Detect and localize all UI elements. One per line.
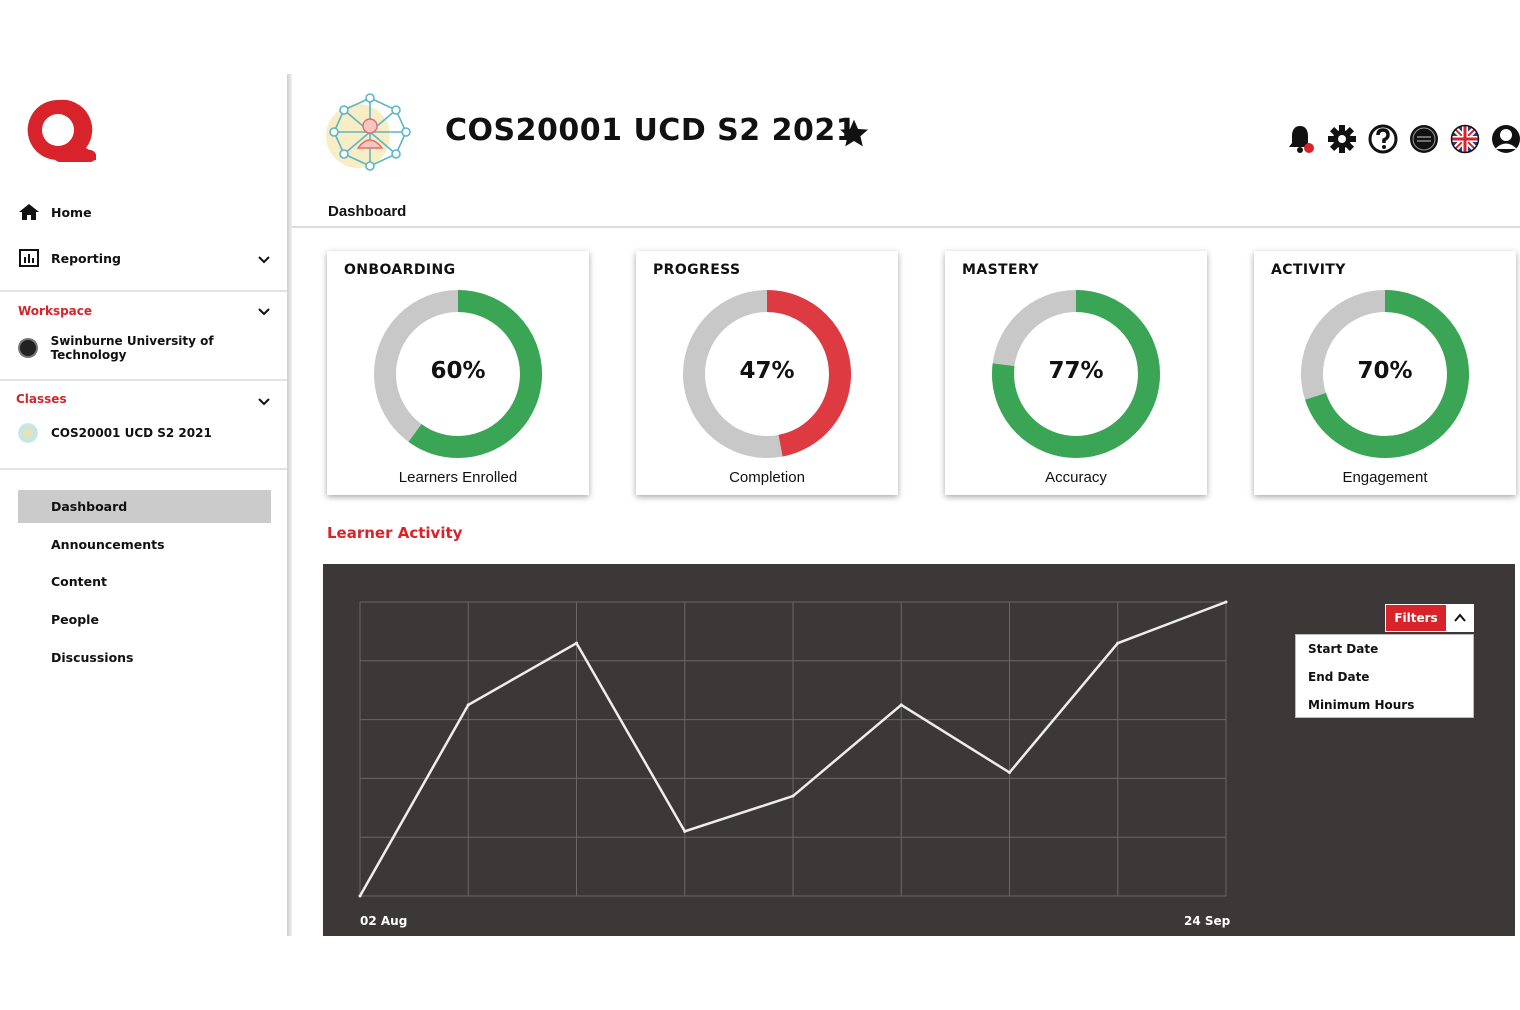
page-title: COS20001 UCD S2 2021: [445, 113, 858, 148]
activity-data-point: [1116, 641, 1120, 645]
language-uk-flag-icon[interactable]: [1447, 121, 1482, 156]
sidebar-item-label: Home: [51, 204, 92, 220]
card-percent: 77%: [1048, 358, 1104, 384]
menu-item-content[interactable]: Content: [51, 574, 107, 589]
sidebar-divider: [0, 468, 287, 470]
sidebar-divider: [0, 290, 287, 292]
menu-item-announcements[interactable]: Announcements: [51, 537, 165, 552]
sidebar: Home Reporting Workspace Swinburne Unive…: [0, 74, 287, 936]
workspace-name: Swinburne University of Technology: [50, 334, 214, 362]
menu-item-dashboard[interactable]: Dashboard: [51, 499, 127, 514]
home-icon: [18, 202, 40, 222]
chevron-down-icon[interactable]: [256, 304, 272, 320]
institution-avatar[interactable]: [1406, 121, 1441, 156]
learner-activity-chart: 02 Aug 24 Sep Filters Start Date End Dat…: [323, 564, 1515, 936]
filter-option-minimum-hours[interactable]: Minimum Hours: [1308, 698, 1414, 712]
activity-data-point: [358, 894, 362, 898]
menu-item-people[interactable]: People: [51, 612, 99, 627]
class-network-icon: [18, 423, 38, 443]
top-toolbar: [1283, 121, 1520, 156]
class-item[interactable]: COS20001 UCD S2 2021: [18, 423, 212, 443]
sidebar-item-label: Reporting: [51, 250, 121, 266]
activity-data-point: [683, 829, 687, 833]
chevron-down-icon[interactable]: [256, 394, 272, 410]
activity-data-point: [1224, 600, 1228, 604]
card-title: ONBOARDING: [344, 262, 456, 278]
chevron-down-icon[interactable]: [256, 252, 272, 268]
metric-card-onboarding[interactable]: ONBOARDING 60% Learners Enrolled: [327, 251, 589, 495]
sidebar-item-reporting[interactable]: Reporting: [18, 248, 121, 268]
activity-data-point: [1008, 771, 1011, 775]
activity-data-point: [899, 703, 903, 707]
sidebar-border: [287, 74, 292, 936]
card-label: Learners Enrolled: [398, 469, 518, 486]
filters-dropdown: Start Date End Date Minimum Hours: [1295, 634, 1474, 718]
card-title: ACTIVITY: [1271, 262, 1346, 278]
filter-option-end-date[interactable]: End Date: [1308, 670, 1369, 684]
help-icon[interactable]: [1365, 121, 1400, 156]
sidebar-item-home[interactable]: Home: [18, 202, 92, 222]
line-chart: [358, 600, 1228, 898]
card-label: Completion: [729, 469, 805, 486]
card-percent: 60%: [430, 358, 486, 384]
activity-data-point: [466, 703, 470, 707]
activity-data-point: [575, 641, 578, 645]
sidebar-divider: [0, 379, 287, 381]
user-account-icon[interactable]: [1488, 121, 1520, 156]
workspace-section-label: Workspace: [18, 304, 93, 318]
x-axis-end-label: 24 Sep: [1184, 914, 1231, 928]
filter-option-start-date[interactable]: Start Date: [1308, 642, 1378, 656]
activity-data-point: [791, 794, 795, 798]
settings-gear-icon[interactable]: [1324, 121, 1359, 156]
card-percent: 70%: [1357, 358, 1413, 384]
card-percent: 47%: [739, 358, 795, 384]
menu-item-discussions[interactable]: Discussions: [51, 650, 134, 665]
card-title: PROGRESS: [653, 262, 741, 278]
learner-activity-heading: Learner Activity: [327, 524, 463, 542]
filters-button[interactable]: Filters: [1385, 604, 1474, 632]
card-label: Accuracy: [1045, 469, 1107, 486]
breadcrumb: Dashboard: [328, 203, 407, 220]
card-label: Engagement: [1342, 469, 1428, 486]
workspace-item[interactable]: Swinburne University of Technology: [18, 334, 287, 362]
workspace-avatar: [18, 338, 38, 358]
class-name: COS20001 UCD S2 2021: [51, 426, 212, 440]
bar-chart-icon: [18, 248, 40, 268]
header-divider: [292, 226, 1520, 228]
card-title: MASTERY: [962, 262, 1039, 278]
classes-section-label: Classes: [16, 392, 67, 406]
brand-logo[interactable]: [18, 92, 98, 166]
metric-card-mastery[interactable]: MASTERY 77% Accuracy: [945, 251, 1207, 495]
metric-card-progress[interactable]: PROGRESS 47% Completion: [636, 251, 898, 495]
chevron-up-icon[interactable]: [1446, 605, 1473, 631]
notification-bell-icon[interactable]: [1283, 121, 1318, 156]
favorite-star-icon[interactable]: [838, 117, 870, 149]
x-axis-start-label: 02 Aug: [360, 914, 408, 928]
metric-card-activity[interactable]: ACTIVITY 70% Engagement: [1254, 251, 1516, 495]
filters-label: Filters: [1394, 611, 1438, 625]
class-network-avatar: [326, 93, 411, 171]
